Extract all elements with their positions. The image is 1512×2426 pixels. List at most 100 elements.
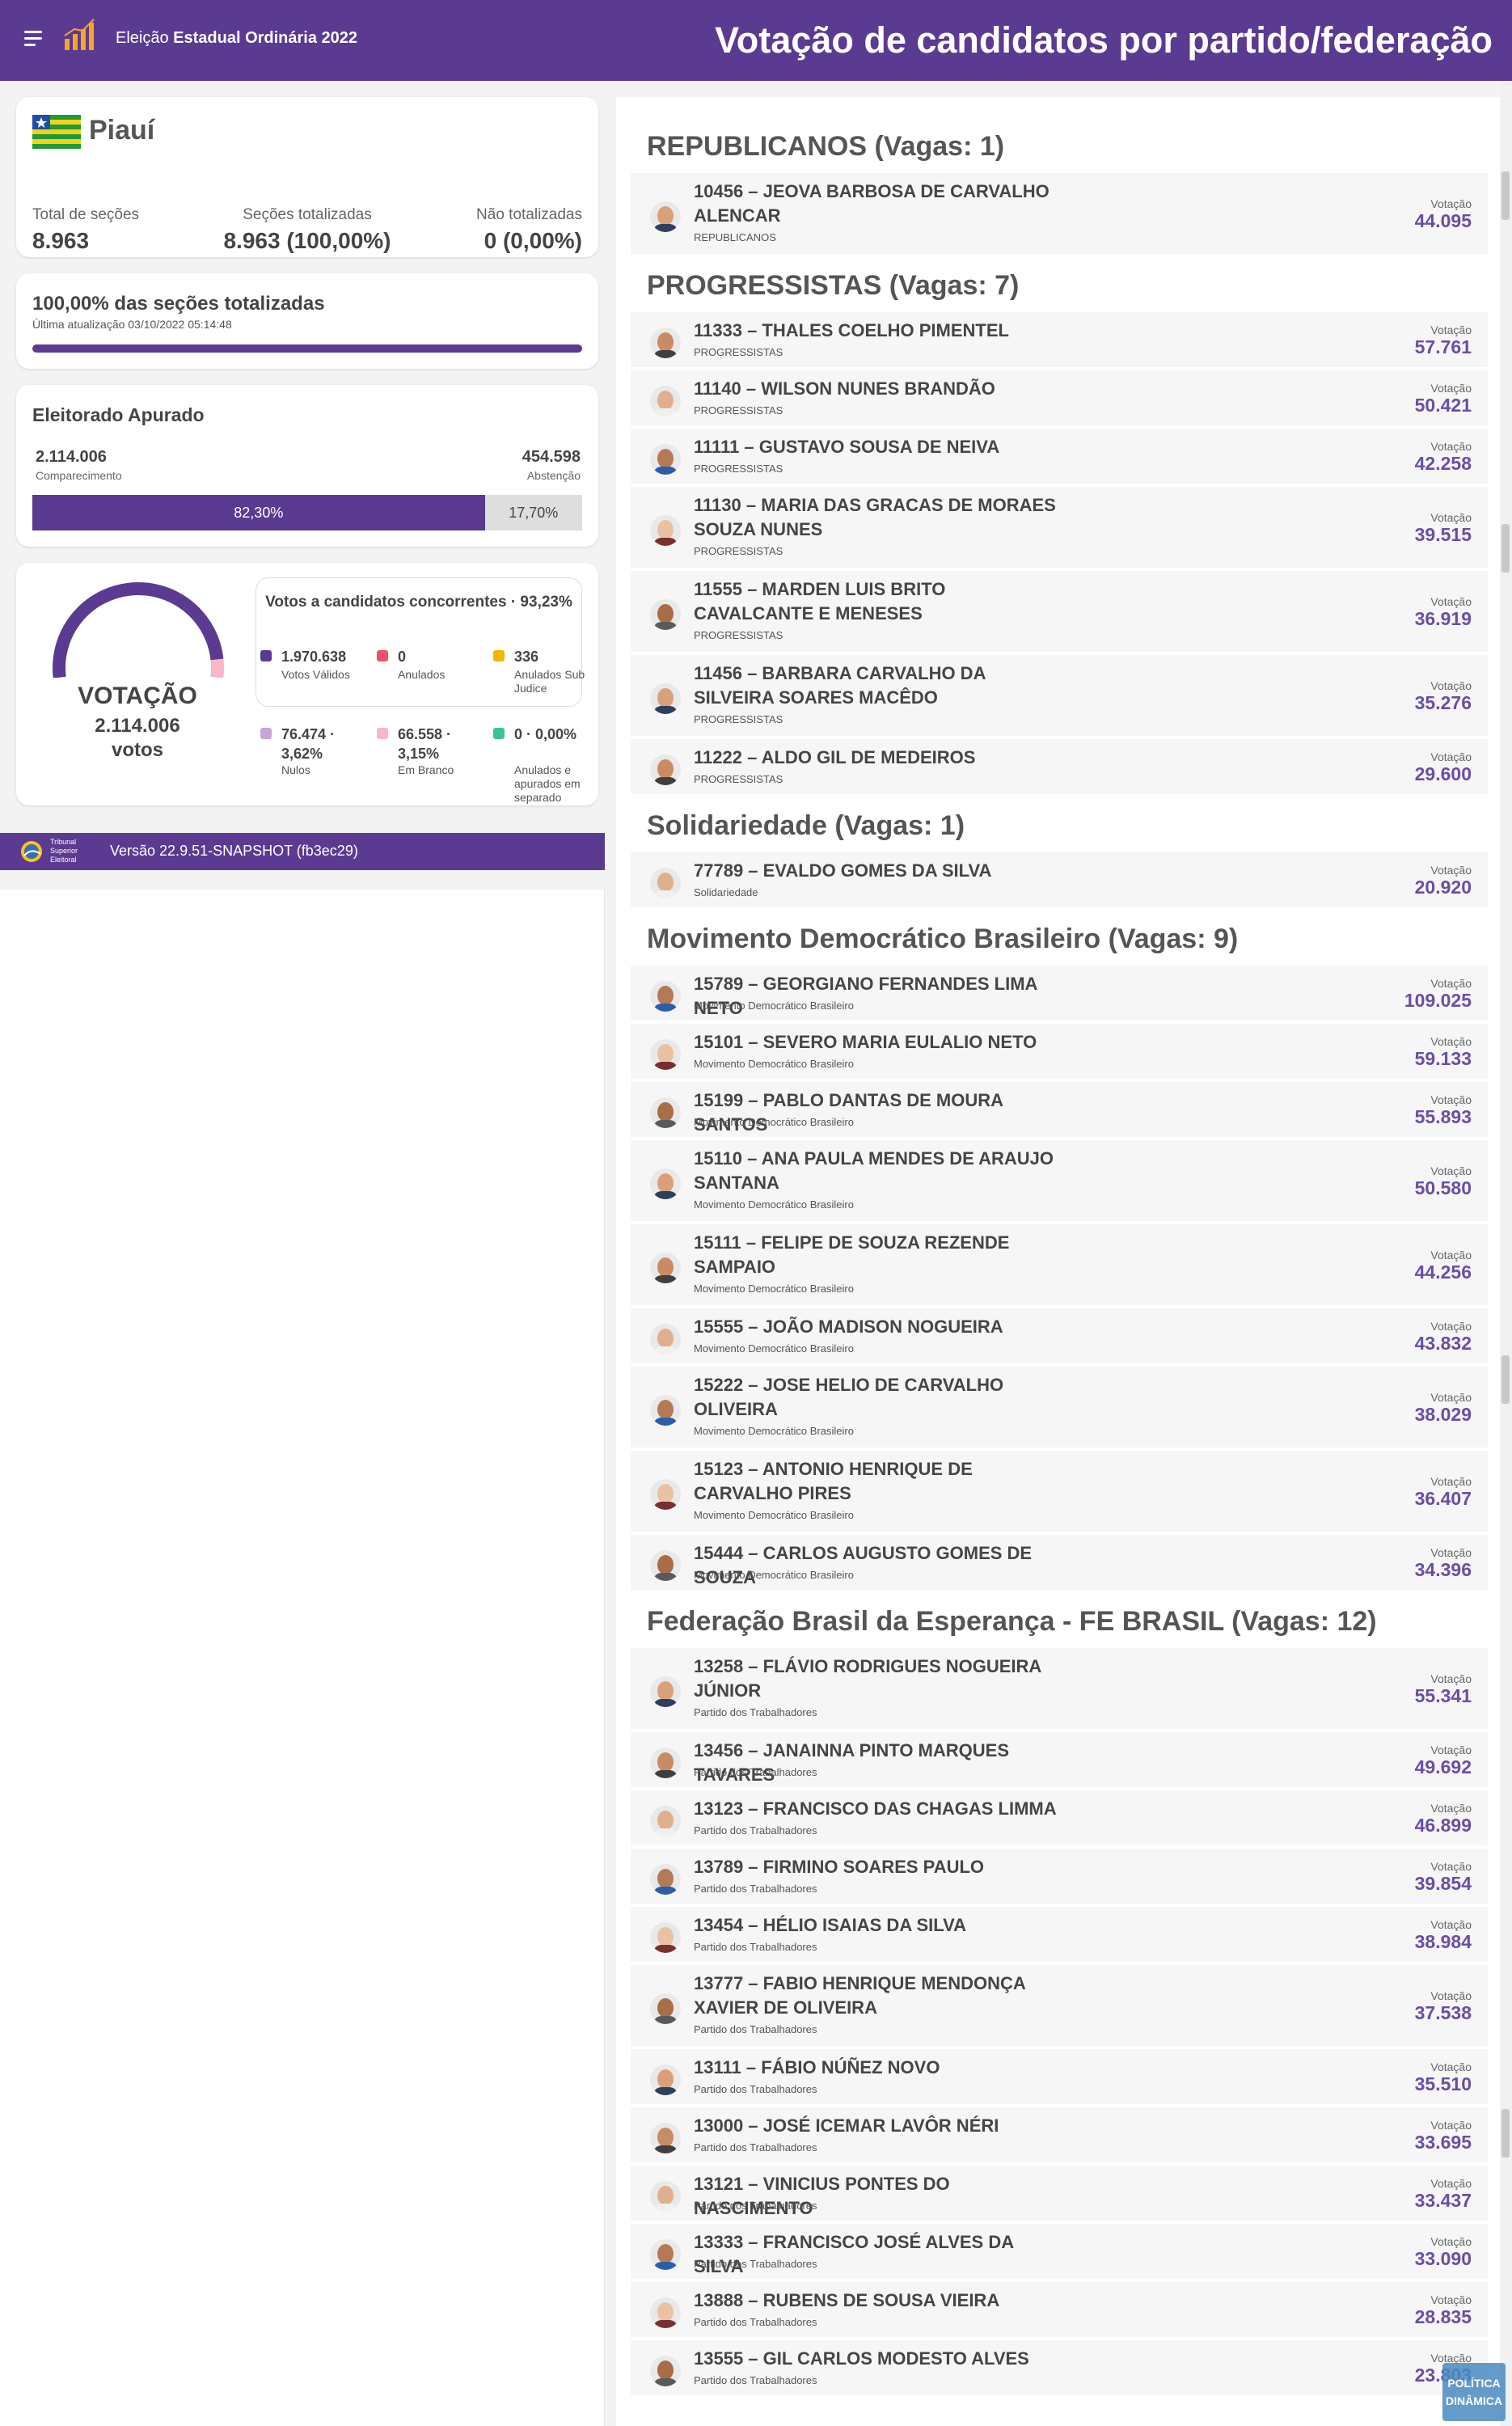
- vote-count: 35.276: [1414, 692, 1472, 713]
- candidate-name: 11140 – WILSON NUNES BRANDÃO: [694, 378, 995, 399]
- party-title: Solidariedade (Vagas: 1): [647, 810, 965, 841]
- candidate-party: Partido dos Trabalhadores: [694, 2200, 817, 2212]
- scroll-marker: [1501, 1355, 1510, 1404]
- photo-face: [657, 759, 674, 779]
- party-title: PROGRESSISTAS (Vagas: 7): [647, 270, 1020, 301]
- candidate-party: Movimento Democrático Brasileiro: [694, 1283, 854, 1295]
- candidate-row[interactable]: 13789 – FIRMINO SOARES PAULO Partido dos …: [631, 1849, 1488, 1904]
- vote-count: 37.538: [1414, 2002, 1472, 2023]
- candidate-row[interactable]: 15789 – GEORGIANO FERNANDES LIMA NETO Mov…: [631, 966, 1488, 1021]
- vote-count: 29.600: [1414, 763, 1472, 784]
- photo-face: [657, 1752, 674, 1772]
- version-footer: Tribunal Superior Eleitoral Versão 22.9.…: [0, 833, 605, 870]
- candidate-row[interactable]: 11111 – GUSTAVO SOUSA DE NEIVA PROGRESSIS…: [631, 429, 1488, 484]
- candidate-row[interactable]: 11456 – BARBARA CARVALHO DA SILVEIRA SOA…: [631, 655, 1488, 736]
- photo-shirt: [653, 1502, 678, 1510]
- legend-swatch: [377, 728, 388, 739]
- photo-shirt: [653, 1828, 678, 1836]
- candidate-row[interactable]: 13333 – FRANCISCO JOSÉ ALVES DA SILVA Par…: [631, 2224, 1488, 2279]
- app-header: Eleição Estadual Ordinária 2022 Votação …: [0, 0, 1512, 81]
- candidate-row[interactable]: 15222 – JOSE HELIO DE CARVALHO OLIVEIRA M…: [631, 1367, 1488, 1448]
- candidate-row[interactable]: 13123 – FRANCISCO DAS CHAGAS LIMMA Partid…: [631, 1790, 1488, 1845]
- candidate-name: 13333 – FRANCISCO JOSÉ ALVES DA SILVA: [694, 2232, 1014, 2276]
- party-title: Movimento Democrático Brasileiro (Vagas:…: [647, 923, 1239, 954]
- candidate-votes-title: Votos a candidatos concorrentes · 93,23%: [265, 594, 572, 611]
- candidate-row[interactable]: 13000 – JOSÉ ICEMAR LAVÔR NÉRI Partido do…: [631, 2107, 1488, 2162]
- candidate-photo: [650, 599, 681, 630]
- candidate-row[interactable]: 11555 – MARDEN LUIS BRITO CAVALCANTE E M…: [631, 571, 1488, 652]
- candidate-name: 13111 – FÁBIO NÚÑEZ NOVO: [694, 2057, 940, 2077]
- photo-face: [657, 206, 674, 226]
- hamburger-menu-icon[interactable]: [24, 31, 44, 47]
- legend-value: 1.970.638: [281, 649, 347, 665]
- vote-count: 39.515: [1414, 524, 1472, 545]
- vote-count: 109.025: [1404, 990, 1472, 1011]
- candidate-name: 10456 – JEOVA BARBOSA DE CARVALHO ALENCA…: [694, 181, 1050, 226]
- photo-shirt: [653, 777, 678, 785]
- vote-count: 43.832: [1414, 1333, 1472, 1354]
- page-title: Votação de candidatos por partido/federa…: [715, 19, 1493, 61]
- candidate-row[interactable]: 15123 – ANTONIO HENRIQUE DE CARVALHO PIR…: [631, 1451, 1488, 1532]
- candidate-row[interactable]: 11222 – ALDO GIL DE MEDEIROS PROGRESSISTA…: [631, 739, 1488, 794]
- candidate-row[interactable]: 15101 – SEVERO MARIA EULALIO NETO Movimen…: [631, 1024, 1488, 1079]
- photo-shirt: [653, 2204, 678, 2212]
- photo-face: [657, 1173, 674, 1193]
- photo-face: [657, 2186, 674, 2205]
- vote-count: 42.258: [1414, 453, 1472, 474]
- legend-label: Anulados Sub Judice: [514, 668, 585, 695]
- photo-shirt: [653, 350, 678, 358]
- candidate-row[interactable]: 15111 – FELIPE DE SOUZA REZENDE SAMPAIO M…: [631, 1224, 1488, 1305]
- candidate-row[interactable]: 13454 – HÉLIO ISAIAS DA SILVA Partido dos…: [631, 1907, 1488, 1962]
- legend-label: Votos Válidos: [281, 668, 350, 681]
- photo-shirt: [653, 1945, 678, 1953]
- scroll-marker: [1501, 171, 1510, 220]
- vote-label: Votação: [1430, 1743, 1472, 1756]
- candidate-row[interactable]: 10456 – JEOVA BARBOSA DE CARVALHO ALENCA…: [631, 173, 1488, 254]
- candidate-photo: [650, 2065, 681, 2095]
- candidate-party: Partido dos Trabalhadores: [694, 2316, 817, 2328]
- photo-shirt: [653, 1275, 678, 1283]
- vote-label: Votação: [1430, 864, 1472, 877]
- candidate-party: Movimento Democrático Brasileiro: [694, 1569, 854, 1581]
- vote-count: 57.761: [1414, 336, 1472, 357]
- candidate-row[interactable]: 11130 – MARIA DAS GRACAS DE MORAES SOUZA…: [631, 487, 1488, 568]
- vote-label: Votação: [1430, 511, 1472, 524]
- candidate-name: 77789 – EVALDO GOMES DA SILVA: [694, 860, 992, 881]
- candidate-party: Movimento Democrático Brasileiro: [694, 1425, 854, 1437]
- scrollbar[interactable]: [1500, 81, 1512, 2426]
- turnout-segment: 82,30%: [32, 495, 485, 530]
- photo-face: [657, 604, 674, 623]
- candidates-panel[interactable]: REPUBLICANOS (Vagas: 1) 10456 – JEOVA BAR…: [616, 97, 1501, 2426]
- candidate-row[interactable]: 13888 – RUBENS DE SOUSA VIEIRA Partido do…: [631, 2282, 1488, 2337]
- candidate-row[interactable]: 13456 – JANAINNA PINTO MARQUES TAVARES Pa…: [631, 1732, 1488, 1787]
- candidate-name: 15111 – FELIPE DE SOUZA REZENDE SAMPAIO: [694, 1232, 1010, 1277]
- candidate-party: Partido dos Trabalhadores: [694, 2258, 817, 2270]
- legend-value: 0: [398, 649, 407, 665]
- vote-count: 55.341: [1414, 1685, 1472, 1706]
- candidate-name: 15789 – GEORGIANO FERNANDES LIMA NETO: [694, 974, 1037, 1018]
- photo-shirt: [653, 1004, 678, 1012]
- photo-shirt: [653, 2262, 678, 2270]
- candidate-row[interactable]: 11333 – THALES COELHO PIMENTEL PROGRESSIS…: [631, 312, 1488, 367]
- vote-label: Votação: [1430, 679, 1472, 692]
- candidate-row[interactable]: 11140 – WILSON NUNES BRANDÃO PROGRESSISTA…: [631, 370, 1488, 425]
- candidate-row[interactable]: 15555 – JOÃO MADISON NOGUEIRA Movimento D…: [631, 1308, 1488, 1363]
- vote-count: 35.510: [1414, 2073, 1472, 2094]
- candidate-row[interactable]: 15199 – PABLO DANTAS DE MOURA SANTOS Movi…: [631, 1082, 1488, 1137]
- vote-count: 44.256: [1414, 1262, 1472, 1283]
- candidate-row[interactable]: 13777 – FABIO HENRIQUE MENDONÇA XAVIER D…: [631, 1965, 1488, 2046]
- candidate-row[interactable]: 13111 – FÁBIO NÚÑEZ NOVO Partido dos Trab…: [631, 2049, 1488, 2104]
- vote-label: Votação: [1430, 1546, 1472, 1559]
- candidate-row[interactable]: 15110 – ANA PAULA MENDES DE ARAUJO SANTA…: [631, 1140, 1488, 1221]
- candidate-name: 11333 – THALES COELHO PIMENTEL: [694, 320, 1009, 340]
- candidate-row[interactable]: 15444 – CARLOS AUGUSTO GOMES DE SOUZA Mov…: [631, 1535, 1488, 1590]
- candidate-name: 15123 – ANTONIO HENRIQUE DE CARVALHO PIR…: [694, 1459, 973, 1503]
- candidate-row[interactable]: 13258 – FLÁVIO RODRIGUES NOGUEIRA JÚNIOR…: [631, 1648, 1488, 1729]
- photo-face: [657, 1400, 674, 1419]
- candidate-photo: [650, 1806, 681, 1836]
- vote-label: Votação: [1430, 1672, 1472, 1685]
- candidate-row[interactable]: 13555 – GIL CARLOS MODESTO ALVES Partido …: [631, 2340, 1488, 2395]
- candidate-photo: [650, 1864, 681, 1895]
- candidate-row[interactable]: 13121 – VINICIUS PONTES DO NASCIMENTO Par…: [631, 2166, 1488, 2221]
- candidate-row[interactable]: 77789 – EVALDO GOMES DA SILVA Solidarieda…: [631, 852, 1488, 907]
